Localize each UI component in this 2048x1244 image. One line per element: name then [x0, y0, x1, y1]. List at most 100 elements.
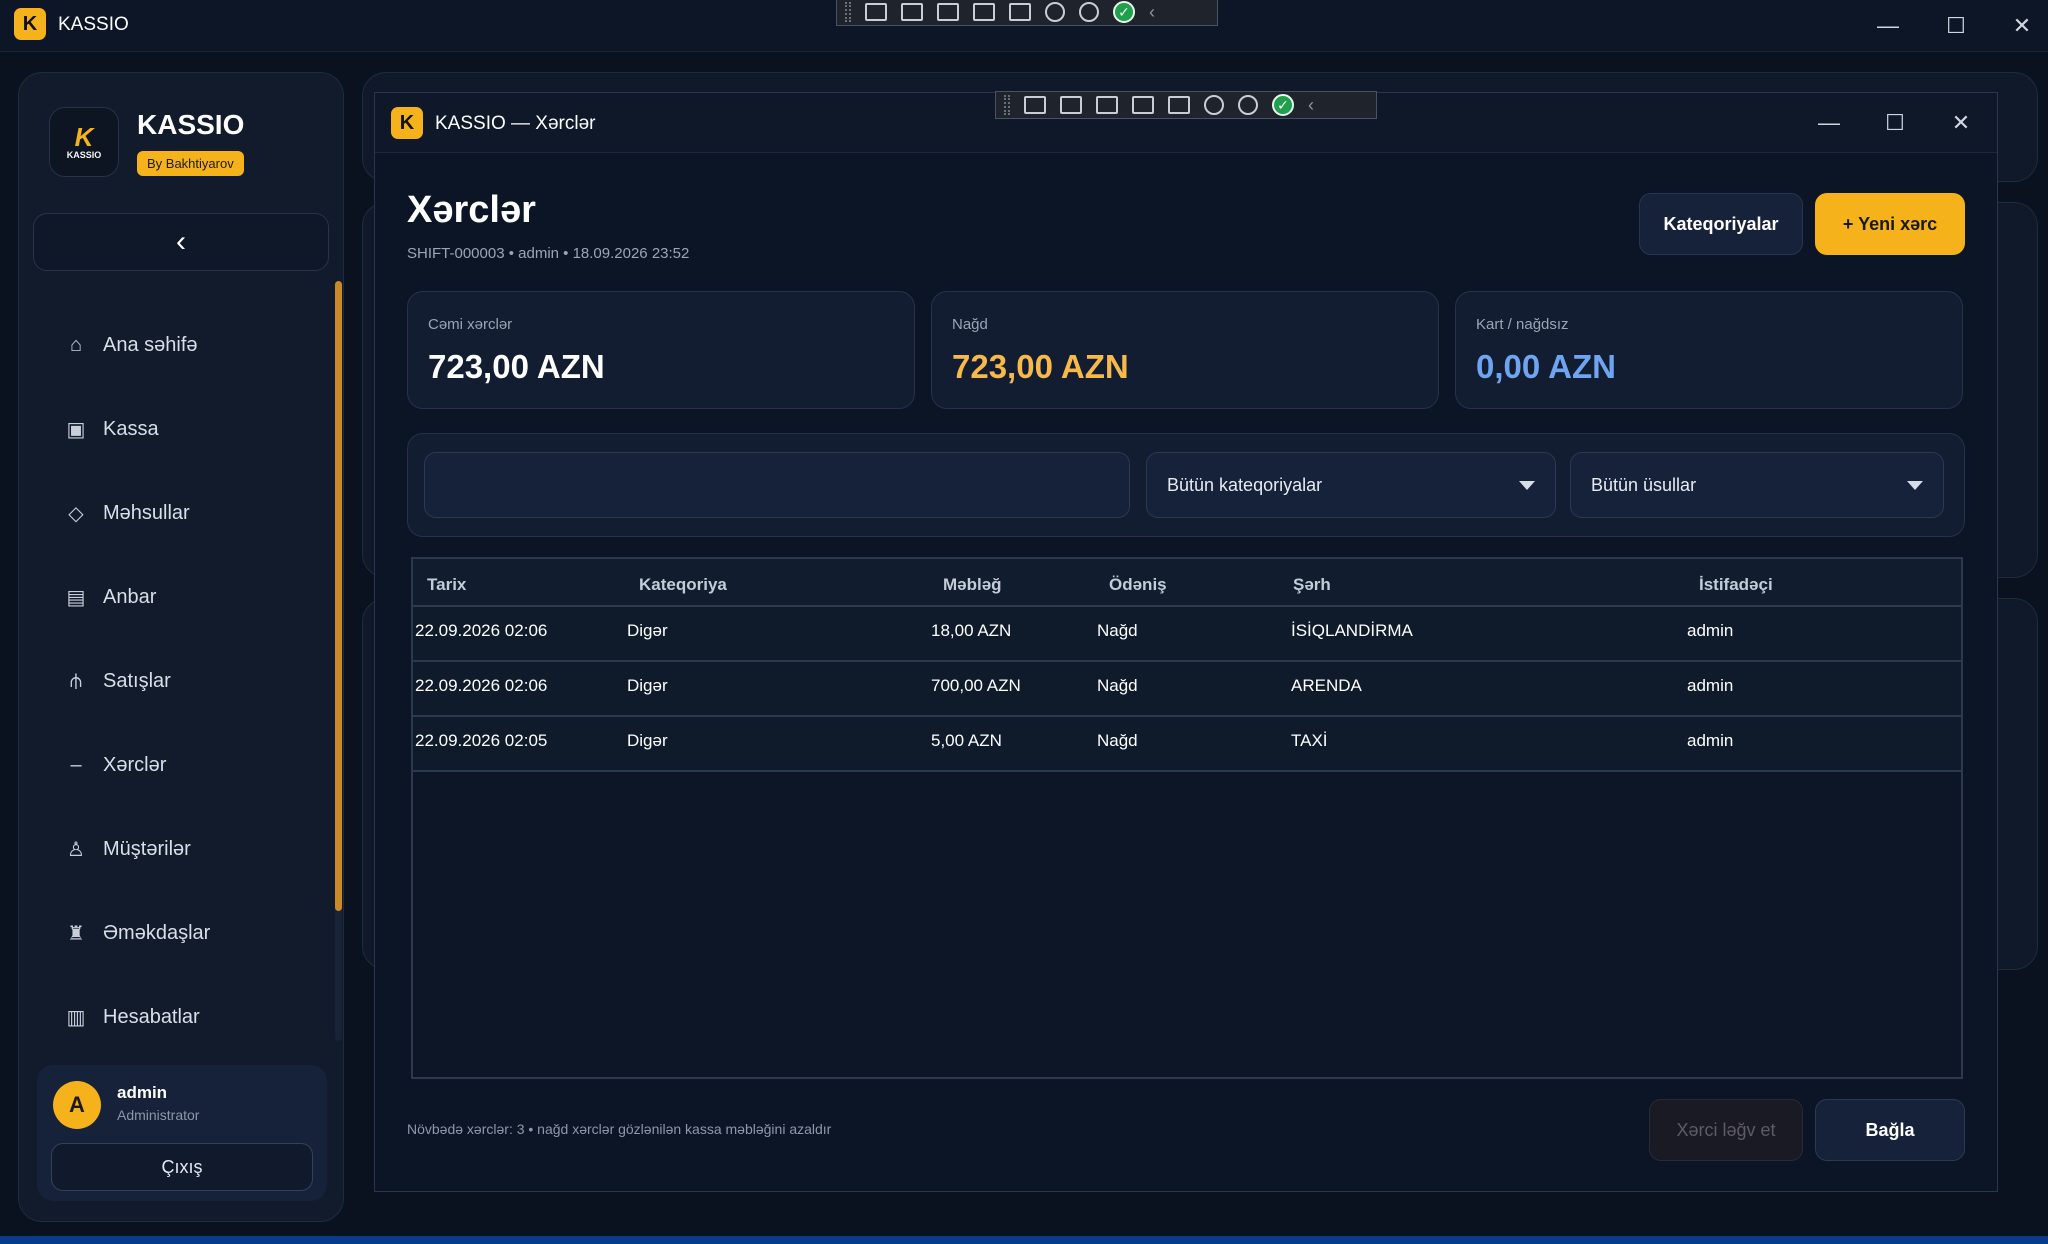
video-icon[interactable]: [901, 3, 923, 21]
accessibility-icon[interactable]: [1238, 95, 1258, 115]
debug-toolbar: ✓ ‹: [836, 0, 1218, 26]
sidebar-item-label: Satışlar: [103, 669, 171, 692]
grip-icon[interactable]: [1004, 95, 1010, 115]
sidebar-item-reports[interactable]: ▥ Hesabatlar: [47, 975, 327, 1059]
dialog-title: KASSIO — Xərclər: [435, 113, 596, 134]
sidebar-item-label: Xərclər: [103, 753, 167, 776]
column-header-comment[interactable]: Şərh: [1293, 575, 1331, 595]
dialog-close-icon[interactable]: ✕: [1941, 103, 1981, 143]
sidebar-item-home[interactable]: ⌂ Ana səhifə: [47, 303, 327, 387]
pointer-icon[interactable]: [937, 3, 959, 21]
cell-category: Digər: [627, 676, 668, 695]
sidebar-item-staff[interactable]: ♜ Əməkdaşlar: [47, 891, 327, 975]
dialog-maximize-icon[interactable]: ☐: [1875, 103, 1915, 143]
maximize-icon[interactable]: ☐: [1936, 6, 1976, 46]
sidebar-item-label: Ana səhifə: [103, 333, 198, 356]
chevron-left-icon[interactable]: ‹: [1149, 2, 1155, 23]
stat-value: 723,00 AZN: [952, 348, 1129, 385]
cell-amount: 5,00 AZN: [931, 731, 1002, 750]
table-row[interactable]: 22.09.2026 02:06 Digər 18,00 AZN Nağd İS…: [413, 607, 1961, 662]
cancel-expense-button[interactable]: Xərci ləğv et: [1649, 1099, 1803, 1161]
cell-payment: Nağd: [1097, 621, 1138, 640]
stat-label: Kart / nağdsız: [1476, 316, 1569, 333]
check-icon[interactable]: ✓: [1272, 94, 1294, 116]
cell-category: Digər: [627, 731, 668, 750]
stat-value: 0,00 AZN: [1476, 348, 1616, 385]
inspect-icon[interactable]: [1168, 96, 1190, 114]
sidebar-nav: ⌂ Ana səhifə ▣ Kassa ◇ Məhsullar ▤ Anbar…: [47, 303, 327, 1059]
hot-reload-icon[interactable]: [1204, 95, 1224, 115]
close-icon[interactable]: ✕: [2002, 6, 2042, 46]
new-expense-button[interactable]: + Yeni xərc: [1815, 193, 1965, 255]
reports-icon: ▥: [66, 1006, 86, 1029]
column-header-date[interactable]: Tarix: [427, 575, 466, 595]
stat-card-card: Kart / nağdsız 0,00 AZN: [1455, 291, 1963, 409]
check-icon[interactable]: ✓: [1113, 1, 1135, 23]
grip-icon[interactable]: [845, 2, 851, 22]
stat-card-total: Cəmi xərclər 723,00 AZN: [407, 291, 915, 409]
sidebar-item-label: Müştərilər: [103, 837, 191, 860]
frame-icon[interactable]: [1132, 96, 1154, 114]
debug-toolbar: ✓ ‹: [995, 91, 1377, 119]
close-button[interactable]: Bağla: [1815, 1099, 1965, 1161]
select-element-icon[interactable]: [1024, 96, 1046, 114]
table-header: Tarix Kateqoriya Məbləğ Ödəniş Şərh İsti…: [413, 559, 1961, 607]
sidebar-item-label: Hesabatlar: [103, 1005, 200, 1028]
cell-comment: İSİQLANDİRMA: [1291, 621, 1413, 640]
sidebar-item-label: Əməkdaşlar: [103, 921, 211, 944]
frame-icon[interactable]: [973, 3, 995, 21]
footer-note: Növbədə xərclər: 3 • nağd xərclər gözlən…: [407, 1121, 832, 1137]
cash-register-icon: ▣: [66, 418, 86, 441]
categories-button[interactable]: Kateqoriyalar: [1639, 193, 1803, 255]
sidebar-item-products[interactable]: ◇ Məhsullar: [47, 471, 327, 555]
cell-user: admin: [1687, 676, 1734, 695]
user-card: A admin Administrator Çıxış: [37, 1065, 327, 1201]
cell-payment: Nağd: [1097, 731, 1138, 750]
accessibility-icon[interactable]: [1079, 2, 1099, 22]
dialog-minimize-icon[interactable]: —: [1809, 103, 1849, 143]
logout-button[interactable]: Çıxış: [51, 1143, 313, 1191]
expenses-table: Tarix Kateqoriya Məbləğ Ödəniş Şərh İsti…: [411, 557, 1963, 1079]
stat-label: Cəmi xərclər: [428, 316, 513, 333]
hot-reload-icon[interactable]: [1045, 2, 1065, 22]
column-header-amount[interactable]: Məbləğ: [943, 575, 1002, 595]
home-icon: ⌂: [69, 333, 83, 356]
expenses-dialog: K KASSIO — Xərclər — ☐ ✕ ✓ ‹ Xərclər SHI…: [374, 91, 1998, 1192]
stat-value: 723,00 AZN: [428, 348, 605, 385]
stat-card-cash: Nağd 723,00 AZN: [931, 291, 1439, 409]
sidebar-item-kassa[interactable]: ▣ Kassa: [47, 387, 327, 471]
taskbar-edge: [0, 1236, 2048, 1244]
category-select-value: Bütün kateqoriyalar: [1167, 474, 1323, 495]
column-header-user[interactable]: İstifadəçi: [1699, 575, 1773, 595]
inspect-icon[interactable]: [1009, 3, 1031, 21]
sidebar-item-label: Kassa: [103, 417, 159, 440]
sidebar-item-warehouse[interactable]: ▤ Anbar: [47, 555, 327, 639]
column-header-payment[interactable]: Ödəniş: [1109, 575, 1167, 595]
sidebar-item-sales[interactable]: ⫛ Satışlar: [47, 639, 327, 723]
column-header-category[interactable]: Kateqoriya: [639, 575, 727, 595]
filter-bar: Bütün kateqoriyalar Bütün üsullar: [407, 433, 1965, 537]
pointer-icon[interactable]: [1096, 96, 1118, 114]
method-select[interactable]: Bütün üsullar: [1570, 452, 1944, 518]
collapse-sidebar-button[interactable]: ‹: [33, 213, 329, 271]
cell-amount: 700,00 AZN: [931, 676, 1021, 695]
table-row[interactable]: 22.09.2026 02:06 Digər 700,00 AZN Nağd A…: [413, 662, 1961, 717]
avatar: A: [53, 1081, 101, 1129]
staff-icon: ♜: [67, 922, 85, 945]
category-select[interactable]: Bütün kateqoriyalar: [1146, 452, 1556, 518]
cell-date: 22.09.2026 02:05: [415, 731, 548, 750]
minimize-icon[interactable]: —: [1868, 6, 1908, 46]
sidebar-item-expenses[interactable]: – Xərclər: [47, 723, 327, 807]
cell-user: admin: [1687, 621, 1734, 640]
chevron-left-icon[interactable]: ‹: [1308, 95, 1314, 116]
sidebar-item-customers[interactable]: ♙ Müştərilər: [47, 807, 327, 891]
table-row[interactable]: 22.09.2026 02:05 Digər 5,00 AZN Nağd TAX…: [413, 717, 1961, 772]
cell-date: 22.09.2026 02:06: [415, 621, 548, 640]
search-input[interactable]: [424, 452, 1130, 518]
sidebar-scrollbar-thumb[interactable]: [335, 281, 342, 911]
user-name: admin: [117, 1083, 168, 1102]
chevron-left-icon: ‹: [176, 225, 186, 258]
select-element-icon[interactable]: [865, 3, 887, 21]
video-icon[interactable]: [1060, 96, 1082, 114]
page-subtitle: SHIFT-000003 • admin • 18.09.2026 23:52: [407, 245, 690, 262]
